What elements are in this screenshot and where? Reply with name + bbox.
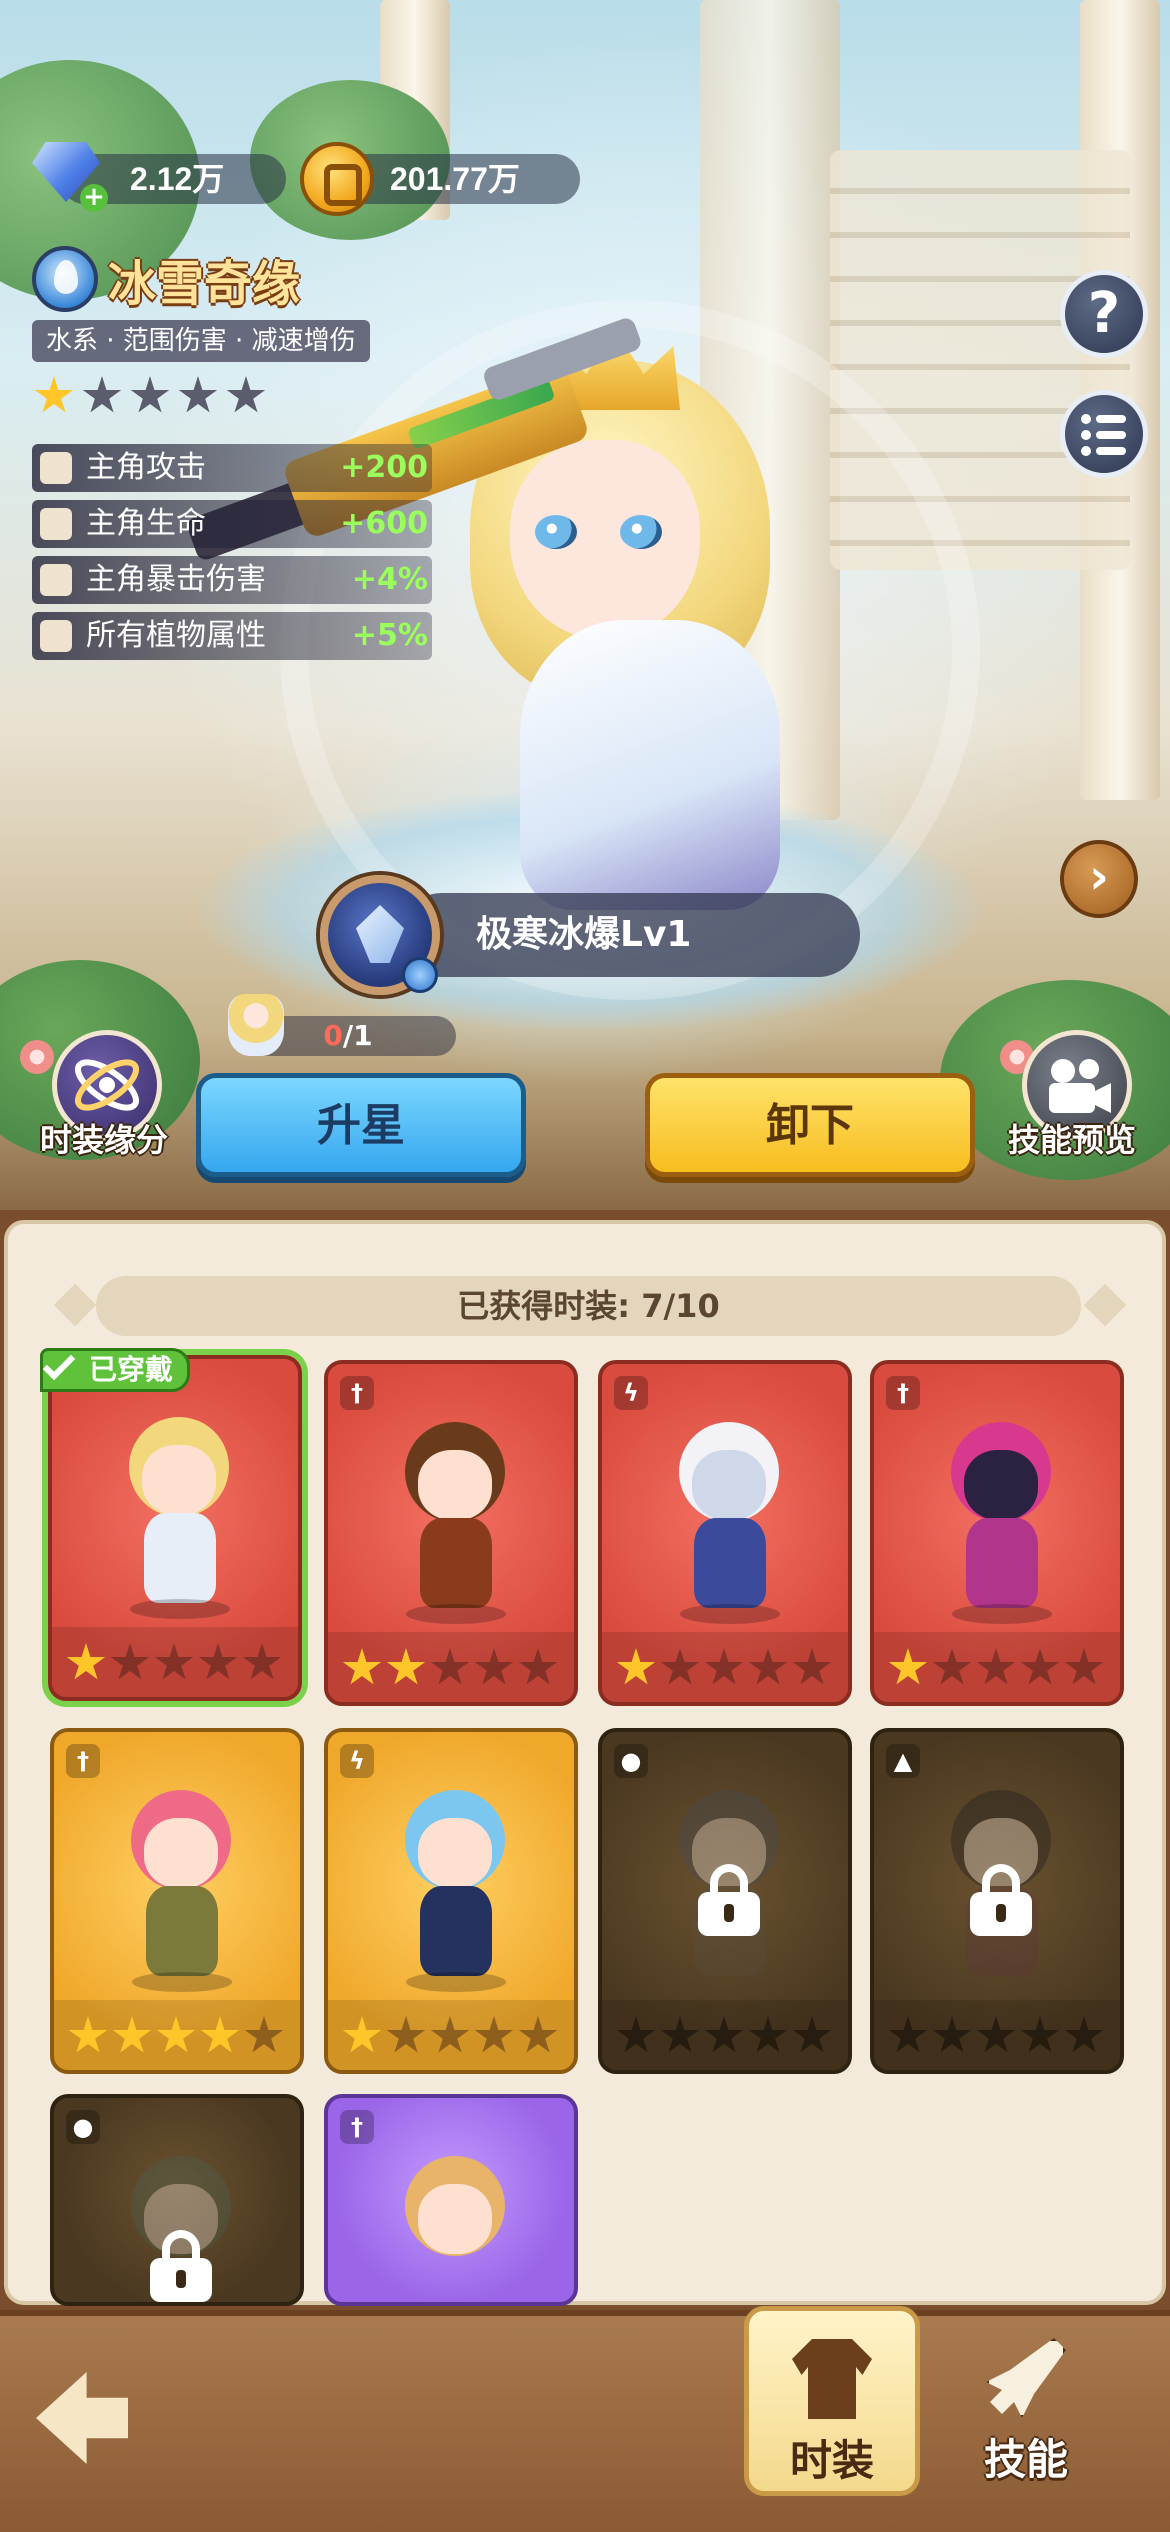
gem-icon: +: [32, 142, 108, 212]
crit-sword-icon: [40, 564, 72, 596]
diamond-decoration: [1083, 1283, 1127, 1327]
ice-burst-skill-icon[interactable]: [320, 875, 440, 995]
bonus-row: 主角生命 +600: [32, 500, 432, 548]
bonus-label: 主角暴击伤害: [86, 562, 266, 597]
help-button[interactable]: ?: [1060, 270, 1148, 358]
bonus-row: 主角暴击伤害 +4%: [32, 556, 432, 604]
card-star-rating: [616, 2016, 832, 2056]
costume-figure: [936, 1422, 1066, 1622]
list-icon: [1081, 414, 1126, 456]
plant-sword-icon: [40, 620, 72, 652]
diamond-decoration: [53, 1283, 97, 1327]
bonus-value: +200: [340, 450, 428, 485]
flower-decoration: [20, 1040, 54, 1074]
costume-figure: [390, 1790, 520, 1990]
card-star-rating: [888, 1648, 1104, 1688]
bonus-label: 主角攻击: [86, 450, 206, 485]
water-drop-icon: [402, 957, 438, 993]
bonus-label: 所有植物属性: [86, 618, 266, 653]
costume-card-locked[interactable]: ●: [598, 1728, 852, 2074]
card-star-rating: [888, 2016, 1104, 2056]
poison-element-icon: ●: [66, 2110, 100, 2144]
card-star-rating: [342, 2016, 558, 2056]
next-costume-button[interactable]: ›: [1060, 840, 1138, 918]
sword-element-icon: †: [340, 2110, 374, 2144]
bonus-row: 主角攻击 +200: [32, 444, 432, 492]
star-empty-icon: [82, 376, 122, 413]
sword-element-icon: †: [886, 1376, 920, 1410]
costume-bond-label: 时装缘分: [40, 1121, 169, 1159]
back-arrow-icon: [36, 2372, 128, 2464]
tab-costume[interactable]: 时装: [744, 2306, 920, 2496]
costume-tagline: 水系 · 范围伤害 · 减速增伤: [32, 320, 370, 362]
upgrade-star-button[interactable]: 升星: [196, 1073, 526, 1177]
costume-card[interactable]: †: [870, 1360, 1124, 1706]
costume-figure: [390, 2156, 520, 2302]
costume-card[interactable]: ϟ: [598, 1360, 852, 1706]
heart-icon: [40, 508, 72, 540]
unequip-button[interactable]: 卸下: [645, 1073, 975, 1177]
skill-preview-label: 技能预览: [1008, 1121, 1137, 1159]
list-menu-button[interactable]: [1060, 390, 1148, 478]
lock-icon: [150, 2230, 212, 2302]
back-button[interactable]: [36, 2368, 156, 2468]
tab-costume-label: 时装: [789, 2436, 874, 2485]
costume-card[interactable]: [48, 1355, 302, 1701]
card-star-rating: [342, 1648, 558, 1688]
character-dress: [520, 620, 780, 910]
water-element-icon: [32, 246, 98, 312]
lock-icon: [970, 1864, 1032, 1936]
costume-card[interactable]: †: [324, 1360, 578, 1706]
card-star-rating: [616, 1648, 832, 1688]
card-star-rating: [66, 1643, 282, 1683]
lock-icon: [698, 1864, 760, 1936]
sword-icon: [40, 452, 72, 484]
water-element-icon: ●: [614, 1744, 648, 1778]
sword-element-icon: †: [66, 1744, 100, 1778]
bonus-value: +4%: [351, 562, 428, 597]
costume-figure: [114, 1417, 244, 1617]
add-gems-icon[interactable]: +: [80, 184, 108, 212]
costume-card[interactable]: †: [50, 1728, 304, 2074]
fragment-avatar-icon: [228, 994, 284, 1056]
sword-element-icon: †: [340, 1376, 374, 1410]
star-empty-icon: [178, 376, 218, 413]
collection-count: 已获得时装: 7/10: [96, 1276, 1081, 1336]
rocket-icon: [986, 2338, 1066, 2418]
gems-amount: 2.12万: [130, 161, 225, 197]
tab-skill-label: 技能: [983, 2435, 1068, 2484]
character-eye: [535, 515, 577, 549]
lightning-element-icon: ϟ: [340, 1744, 374, 1778]
chevron-right-icon: ›: [1089, 849, 1109, 905]
star-filled-icon: [34, 376, 74, 413]
costume-card[interactable]: †: [324, 2094, 578, 2306]
costume-card-locked[interactable]: ●: [50, 2094, 304, 2306]
skill-info-pill[interactable]: 极寒冰爆Lv1: [400, 893, 860, 977]
fire-element-icon: ▲: [886, 1744, 920, 1778]
jacket-icon: [792, 2339, 872, 2419]
star-empty-icon: [226, 376, 266, 413]
bonus-row: 所有植物属性 +5%: [32, 612, 432, 660]
costume-figure: [390, 1422, 520, 1622]
star-empty-icon: [130, 376, 170, 413]
costume-card-locked[interactable]: ▲: [870, 1728, 1124, 2074]
fragment-total: /1: [342, 1019, 373, 1052]
tab-skill[interactable]: 技能: [938, 2310, 1114, 2510]
skill-name: 极寒冰爆Lv1: [476, 914, 692, 955]
card-star-rating: [68, 2016, 284, 2056]
bonus-label: 主角生命: [86, 506, 206, 541]
fragment-current: 0: [323, 1019, 343, 1052]
costume-star-rating: [34, 376, 266, 420]
question-icon: ?: [1087, 281, 1121, 346]
coin-icon: [300, 142, 374, 216]
lightning-element-icon: ϟ: [614, 1376, 648, 1410]
costume-card[interactable]: ϟ: [324, 1728, 578, 2074]
costume-figure: [664, 1422, 794, 1622]
costume-figure: [116, 1790, 246, 1990]
costume-name: 冰雪奇缘: [108, 256, 301, 312]
bonus-value: +600: [340, 506, 428, 541]
coins-amount: 201.77万: [390, 161, 520, 197]
character-eye: [620, 515, 662, 549]
bonus-value: +5%: [351, 618, 428, 653]
